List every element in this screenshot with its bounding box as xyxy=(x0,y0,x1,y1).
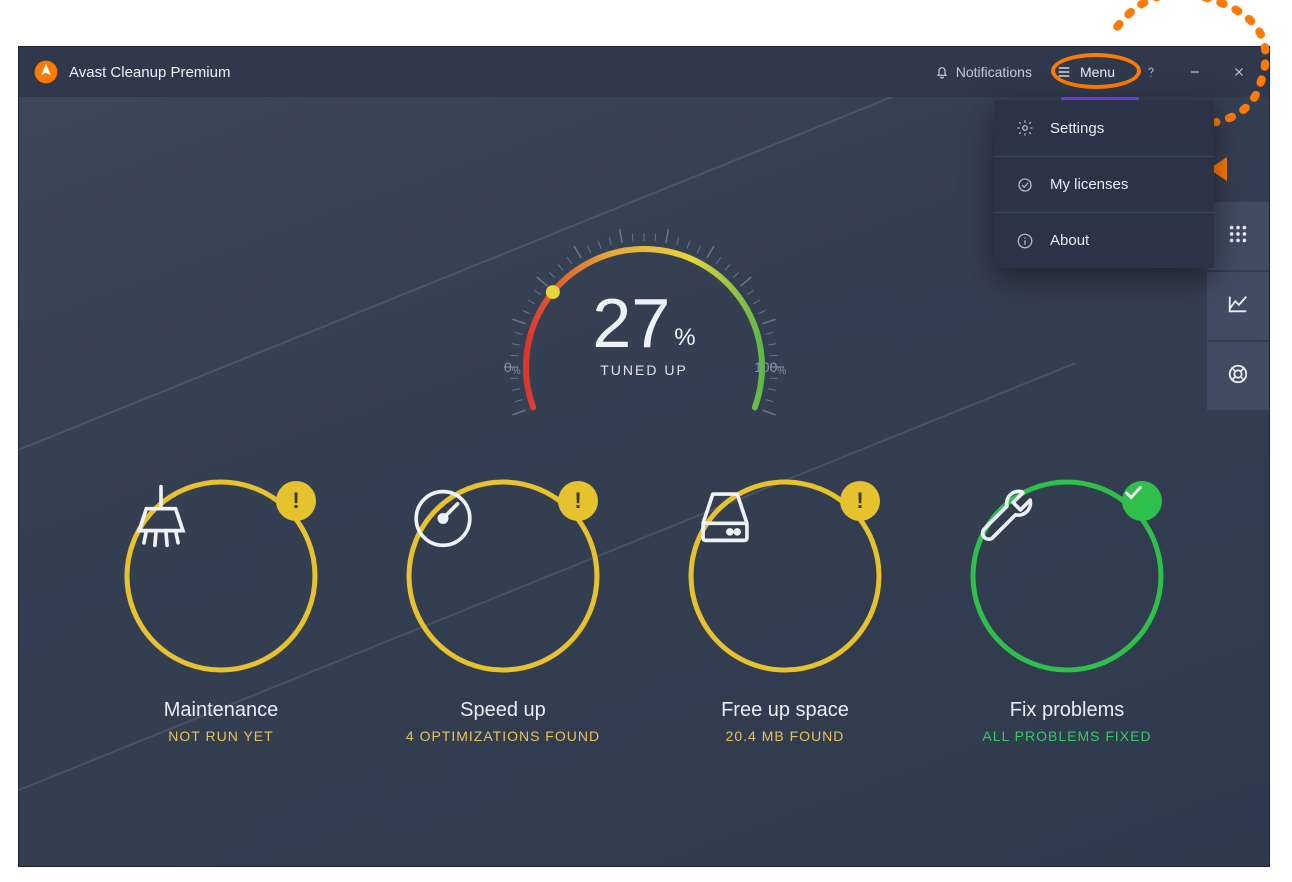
warning-badge-icon: ! xyxy=(558,481,598,521)
grid-icon xyxy=(1227,223,1249,250)
menu-item-settings[interactable]: Settings xyxy=(994,100,1214,156)
gauge-value: 27 xyxy=(592,284,670,362)
tile-subtitle: NOT RUN YET xyxy=(101,728,341,744)
menu-item-label: Settings xyxy=(1050,120,1104,137)
notifications-button[interactable]: Notifications xyxy=(926,58,1040,86)
menu-item-about[interactable]: About xyxy=(994,212,1214,268)
menu-dropdown: Settings My licenses About xyxy=(994,100,1214,268)
tile-maintenance[interactable]: ! Maintenance NOT RUN YET xyxy=(101,477,341,744)
tile-subtitle: 4 OPTIMIZATIONS FOUND xyxy=(383,728,623,744)
menu-button[interactable]: Menu xyxy=(1044,58,1127,86)
sidebar-grid-button[interactable] xyxy=(1207,202,1269,270)
gauge-max-label: 100% xyxy=(754,359,786,377)
feature-tiles: ! Maintenance NOT RUN YET ! Speed up 4 O… xyxy=(19,477,1269,744)
menu-label: Menu xyxy=(1080,64,1115,80)
svg-text:27%: 27% xyxy=(592,284,695,362)
tile-title: Fix problems xyxy=(947,699,1187,722)
tile-title: Maintenance xyxy=(101,699,341,722)
warning-badge-icon: ! xyxy=(276,481,316,521)
warning-badge-icon: ! xyxy=(840,481,880,521)
menu-item-licenses[interactable]: My licenses xyxy=(994,156,1214,212)
info-icon xyxy=(1016,232,1034,250)
hamburger-icon xyxy=(1056,64,1072,80)
check-badge-icon xyxy=(1122,481,1162,521)
tile-fix-problems[interactable]: Fix problems ALL PROBLEMS FIXED xyxy=(947,477,1187,744)
tile-subtitle: 20.4 MB FOUND xyxy=(665,728,905,744)
app-window: Avast Cleanup Premium Notifications Menu xyxy=(18,46,1270,867)
tile-title: Free up space xyxy=(665,699,905,722)
minimize-button[interactable] xyxy=(1175,59,1215,85)
gauge-label: TUNED UP xyxy=(600,362,688,378)
sidebar-support-button[interactable] xyxy=(1207,342,1269,410)
titlebar: Avast Cleanup Premium Notifications Menu xyxy=(19,47,1269,97)
app-title: Avast Cleanup Premium xyxy=(69,64,230,81)
tile-subtitle: ALL PROBLEMS FIXED xyxy=(947,728,1187,744)
gear-icon xyxy=(1016,119,1034,137)
menu-item-label: My licenses xyxy=(1050,176,1128,193)
license-icon xyxy=(1016,176,1034,194)
tile-title: Speed up xyxy=(383,699,623,722)
chart-icon xyxy=(1227,293,1249,320)
tile-speed-up[interactable]: ! Speed up 4 OPTIMIZATIONS FOUND xyxy=(383,477,623,744)
tuneup-gauge: 0% 100% 27% TUNED UP xyxy=(434,167,854,432)
menu-item-label: About xyxy=(1050,232,1089,249)
help-button[interactable] xyxy=(1131,59,1171,85)
right-sidebar xyxy=(1207,202,1269,412)
close-button[interactable] xyxy=(1219,59,1259,85)
bell-icon xyxy=(934,64,950,80)
gauge-percent: % xyxy=(674,324,695,351)
lifebuoy-icon xyxy=(1227,363,1249,390)
tile-free-space[interactable]: ! Free up space 20.4 MB FOUND xyxy=(665,477,905,744)
app-logo-icon xyxy=(33,59,59,85)
sidebar-stats-button[interactable] xyxy=(1207,272,1269,340)
gauge-min-label: 0% xyxy=(504,359,521,377)
notifications-label: Notifications xyxy=(956,64,1032,80)
